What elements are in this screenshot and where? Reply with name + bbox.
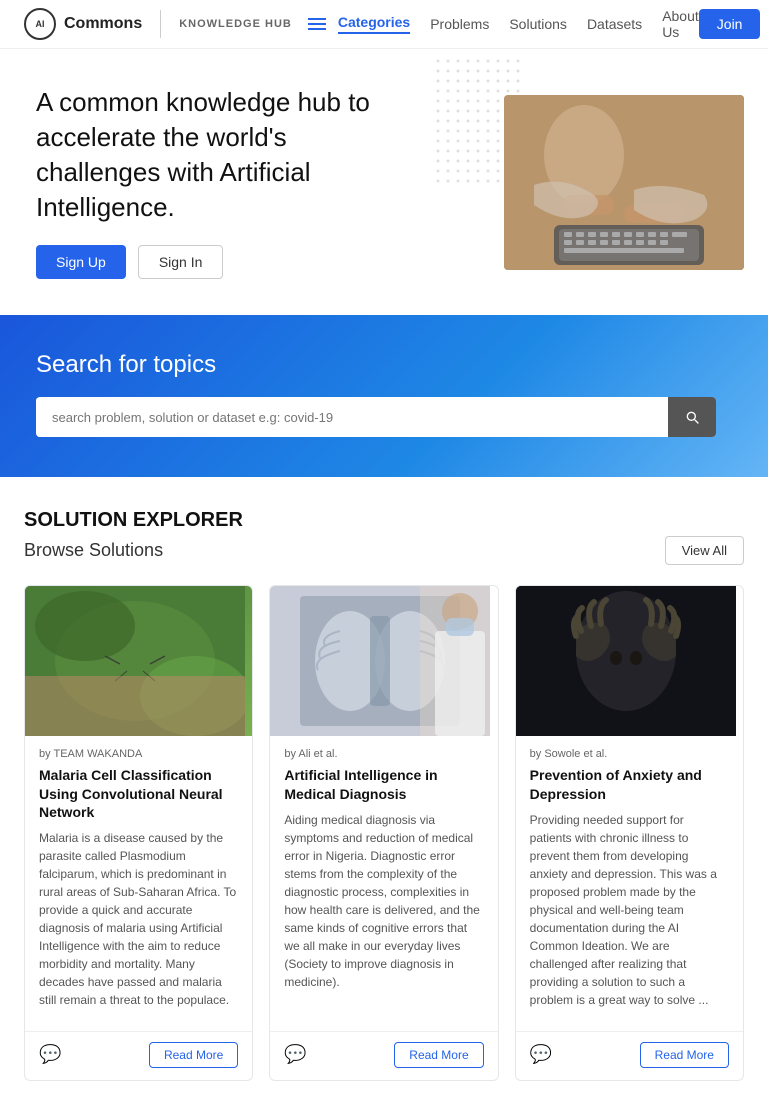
search-bar: [36, 397, 716, 437]
nav-categories[interactable]: Categories: [338, 14, 410, 34]
hero-image-placeholder: [504, 95, 744, 270]
comment-icon-0[interactable]: 💬: [39, 1044, 61, 1065]
search-button[interactable]: [668, 397, 716, 437]
card-desc-0: Malaria is a disease caused by the paras…: [39, 829, 238, 1009]
card-body-2: by Sowole et al. Prevention of Anxiety a…: [516, 736, 743, 1021]
card-footer-1: 💬 Read More: [270, 1031, 497, 1080]
hero-heading: A common knowledge hub to accelerate the…: [36, 85, 396, 225]
card-image-1: [270, 586, 497, 736]
logo-name: Commons: [64, 15, 142, 33]
hero-section: A common knowledge hub to accelerate the…: [0, 49, 768, 315]
logo-divider: [160, 10, 161, 38]
logo-area: AI Commons KNOWLEDGE HUB: [24, 8, 292, 40]
signup-button[interactable]: Sign Up: [36, 245, 126, 279]
nav-problems[interactable]: Problems: [430, 16, 489, 32]
read-more-button-2[interactable]: Read More: [640, 1042, 729, 1068]
hero-buttons: Sign Up Sign In: [36, 245, 504, 279]
nav-solutions[interactable]: Solutions: [509, 16, 567, 32]
join-button[interactable]: Join: [699, 9, 761, 39]
card-desc-2: Providing needed support for patients wi…: [530, 811, 729, 1009]
read-more-button-1[interactable]: Read More: [394, 1042, 483, 1068]
card-body-0: by TEAM WAKANDA Malaria Cell Classificat…: [25, 736, 252, 1021]
section-subtitle-row: Browse Solutions View All: [24, 536, 744, 565]
section-subtitle: Browse Solutions: [24, 540, 163, 561]
read-more-button-0[interactable]: Read More: [149, 1042, 238, 1068]
card-footer-2: 💬 Read More: [516, 1031, 743, 1080]
card-author-2: by Sowole et al.: [530, 748, 729, 760]
solution-card-0: by TEAM WAKANDA Malaria Cell Classificat…: [24, 585, 253, 1081]
comment-icon-2[interactable]: 💬: [530, 1044, 552, 1065]
card-title-0: Malaria Cell Classification Using Convol…: [39, 766, 238, 821]
search-icon: [684, 409, 700, 425]
header: AI Commons KNOWLEDGE HUB Categories Prob…: [0, 0, 768, 49]
card-footer-0: 💬 Read More: [25, 1031, 252, 1080]
solution-explorer: SOLUTION EXPLORER Browse Solutions View …: [0, 477, 768, 1113]
comment-icon-1[interactable]: 💬: [284, 1044, 306, 1065]
hero-image: [504, 95, 744, 270]
knowledge-hub-label: KNOWLEDGE HUB: [179, 18, 292, 30]
solution-card-2: by Sowole et al. Prevention of Anxiety a…: [515, 585, 744, 1081]
search-section: Search for topics: [0, 315, 768, 477]
cards-grid: by TEAM WAKANDA Malaria Cell Classificat…: [24, 585, 744, 1081]
nav-about-us[interactable]: About Us: [662, 8, 699, 40]
card-desc-1: Aiding medical diagnosis via symptoms an…: [284, 811, 483, 1009]
hamburger-menu-icon[interactable]: [308, 18, 326, 30]
logo-icon: AI: [24, 8, 56, 40]
solution-card-1: by Ali et al. Artificial Intelligence in…: [269, 585, 498, 1081]
section-title: SOLUTION EXPLORER: [24, 509, 744, 532]
search-input[interactable]: [36, 398, 668, 437]
signin-button[interactable]: Sign In: [138, 245, 224, 279]
card-image-2: [516, 586, 743, 736]
view-all-button[interactable]: View All: [665, 536, 744, 565]
search-heading: Search for topics: [36, 351, 732, 379]
card-body-1: by Ali et al. Artificial Intelligence in…: [270, 736, 497, 1021]
card-title-1: Artificial Intelligence in Medical Diagn…: [284, 766, 483, 802]
logo-ai-text: AI: [36, 19, 45, 29]
hero-text: A common knowledge hub to accelerate the…: [36, 85, 504, 279]
card-image-0: [25, 586, 252, 736]
card-title-2: Prevention of Anxiety and Depression: [530, 766, 729, 802]
nav-datasets[interactable]: Datasets: [587, 16, 642, 32]
card-author-0: by TEAM WAKANDA: [39, 748, 238, 760]
main-nav: Categories Problems Solutions Datasets A…: [338, 8, 699, 40]
card-author-1: by Ali et al.: [284, 748, 483, 760]
